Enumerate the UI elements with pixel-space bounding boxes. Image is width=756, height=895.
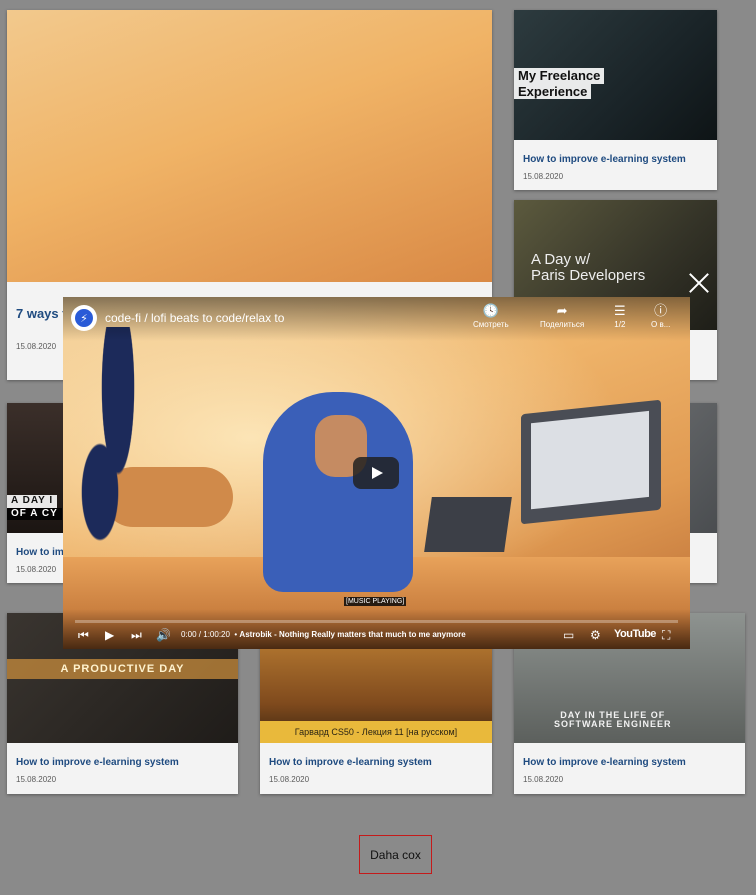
card-date: 15.08.2020 — [16, 775, 57, 784]
action-label: Поделиться — [540, 320, 585, 329]
video-art-monitor — [521, 399, 661, 525]
video-player[interactable]: ⚡ code-fi / lofi beats to code/relax to … — [63, 297, 690, 649]
page: 7 ways t 15.08.2020 My Freelance Experie… — [0, 0, 756, 895]
share-icon: ➦ — [556, 304, 568, 319]
playlist-icon: ☰ — [614, 304, 626, 319]
card-date: 15.08.2020 — [523, 172, 564, 181]
action-label: 1/2 — [614, 320, 626, 329]
thumbnail-caption: A Day w/ Paris Developers — [531, 252, 645, 284]
time-current: 0:00 — [181, 630, 197, 639]
video-title[interactable]: code-fi / lofi beats to code/relax to — [105, 311, 284, 325]
card-thumbnail[interactable]: My Freelance Experience — [514, 10, 717, 140]
thumbnail-caption-line: My Freelance — [514, 68, 605, 84]
thumbnail-caption-line: A DAY I — [7, 495, 58, 508]
thumbnail-caption: Гарвард CS50 - Лекция 11 [на русском] — [260, 721, 492, 743]
close-icon[interactable] — [686, 270, 712, 296]
watch-later-button[interactable]: 🕓 Смотреть — [473, 304, 509, 330]
card-thumbnail[interactable] — [7, 10, 492, 282]
playlist-button[interactable]: ☰ 1/2 — [614, 304, 626, 330]
video-art-plant — [73, 327, 163, 627]
card-date: 15.08.2020 — [523, 775, 564, 784]
action-label: О в... — [651, 320, 671, 329]
action-label: Смотреть — [473, 320, 509, 329]
thumbnail-caption: A PRODUCTIVE DAY — [7, 659, 238, 679]
settings-icon[interactable]: ⚙ — [590, 627, 601, 643]
thumbnail-caption-line: Experience — [514, 83, 592, 100]
card-title[interactable]: 7 ways t — [16, 306, 67, 321]
previous-icon[interactable]: ⏮ — [78, 627, 89, 643]
card-title[interactable]: How to improve e-learning system — [16, 757, 179, 768]
next-icon[interactable]: ⏭ — [131, 627, 142, 643]
card-title[interactable]: How to im — [16, 547, 64, 558]
thumbnail-caption-line: OF A CY — [7, 507, 62, 520]
lightning-icon: ⚡ — [75, 309, 93, 327]
clock-icon: 🕓 — [482, 304, 499, 319]
article-card[interactable]: My Freelance Experience How to improve e… — [514, 10, 717, 190]
play-icon[interactable]: ▶ — [105, 627, 114, 643]
fullscreen-icon[interactable]: ⛶ — [662, 627, 670, 643]
thumbnail-caption: DAY IN THE LIFE OF SOFTWARE ENGINEER — [554, 710, 672, 730]
card-date: 15.08.2020 — [16, 565, 57, 574]
card-title[interactable]: How to improve e-learning system — [269, 757, 432, 768]
info-button[interactable]: ⓘ О в... — [651, 304, 671, 330]
card-date: 15.08.2020 — [269, 775, 310, 784]
video-art-laptop — [424, 497, 512, 552]
now-playing: Astrobik - Nothing Really matters that m… — [239, 630, 466, 639]
thumbnail-caption: My Freelance Experience — [514, 68, 605, 100]
info-icon: ⓘ — [654, 304, 668, 319]
subtitle-caption: [MUSIC PLAYING] — [344, 597, 407, 606]
youtube-logo[interactable]: YouTube — [614, 628, 656, 640]
card-title[interactable]: How to improve e-learning system — [523, 757, 686, 768]
thumbnail-caption-line: SOFTWARE ENGINEER — [554, 719, 672, 730]
share-button[interactable]: ➦ Поделиться — [540, 304, 585, 330]
card-date: 15.08.2020 — [16, 342, 57, 351]
play-button[interactable] — [353, 457, 399, 489]
volume-icon[interactable]: 🔊 — [156, 627, 171, 643]
time-total: 1:00:20 — [203, 630, 230, 639]
thumbnail-caption: A DAY I OF A CY — [7, 495, 62, 520]
card-title[interactable]: How to improve e-learning system — [523, 154, 686, 165]
load-more-button[interactable]: Daha cox — [359, 835, 432, 874]
thumbnail-caption-line: Paris Developers — [531, 266, 646, 284]
channel-avatar[interactable]: ⚡ — [71, 305, 97, 331]
time-display: 0:00 / 1:00:20 • Astrobik - Nothing Real… — [181, 630, 466, 639]
progress-bar[interactable] — [75, 620, 678, 623]
thumbnail-caption-line: A Day w/ — [531, 251, 591, 268]
subtitles-icon[interactable]: ▭ — [563, 627, 574, 643]
